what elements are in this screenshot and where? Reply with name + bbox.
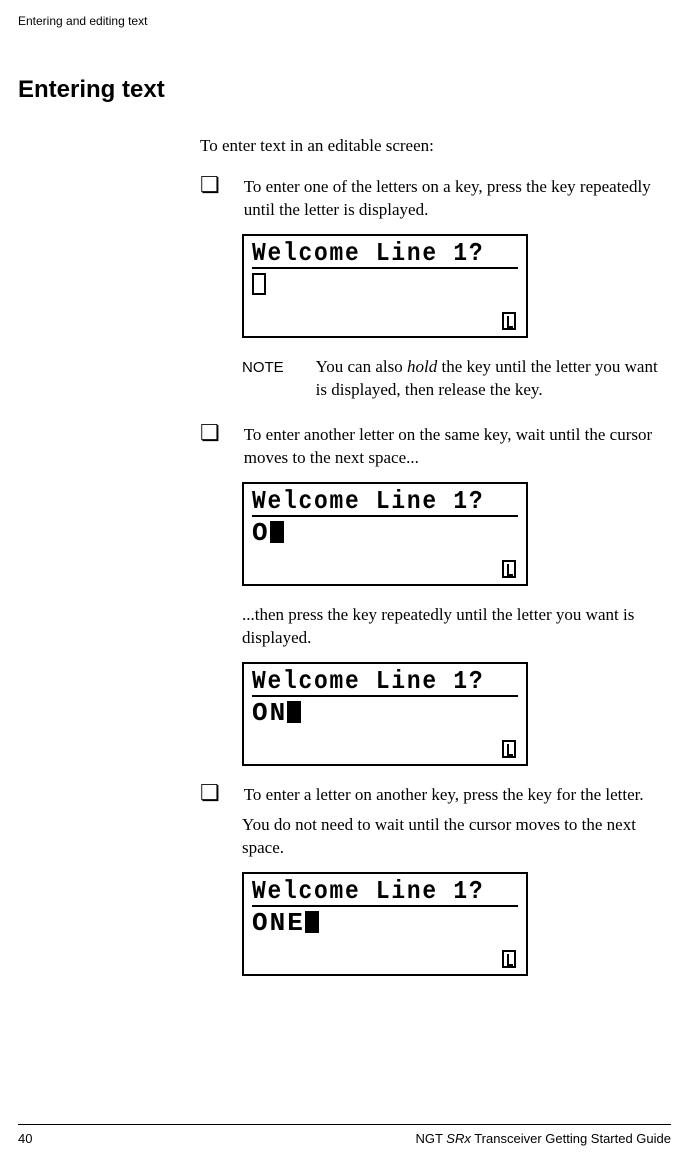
content-area: To enter text in an editable screen: ❏ T… <box>200 136 671 976</box>
cursor-filled-icon <box>305 911 319 933</box>
intro-text: To enter text in an editable screen: <box>200 136 671 156</box>
step-2-text: To enter another letter on the same key,… <box>244 424 671 470</box>
lcd-corner-icon <box>502 560 516 578</box>
step-2: ❏ To enter another letter on the same ke… <box>200 424 671 470</box>
note-label: NOTE <box>242 359 284 376</box>
checkbox-icon: ❏ <box>200 782 220 804</box>
lcd-title: Welcome Line 1? <box>252 878 486 904</box>
page-header: Entering and editing text <box>18 14 671 28</box>
note-block: NOTE You can also hold the key until the… <box>242 356 671 402</box>
note-text: You can also hold the key until the lett… <box>316 356 671 402</box>
page-footer: 40 NGT SRx Transceiver Getting Started G… <box>18 1124 671 1146</box>
lcd-title: Welcome Line 1? <box>252 668 486 694</box>
step-3: ❏ To enter a letter on another key, pres… <box>200 784 671 807</box>
lcd-screen-3: Welcome Line 1? ON <box>242 662 528 766</box>
section-title: Entering text <box>18 76 671 104</box>
lcd-title: Welcome Line 1? <box>252 240 486 266</box>
lcd-corner-icon <box>502 950 516 968</box>
cursor-filled-icon <box>270 521 284 543</box>
step-1: ❏ To enter one of the letters on a key, … <box>200 176 671 222</box>
step-2-continuation: ...then press the key repeatedly until t… <box>242 604 671 650</box>
note-text-italic: hold <box>407 357 437 376</box>
footer-model: SRx <box>446 1131 471 1146</box>
lcd-screen-1: Welcome Line 1? <box>242 234 528 338</box>
cursor-filled-icon <box>287 701 301 723</box>
lcd-title: Welcome Line 1? <box>252 488 486 514</box>
lcd-input-row: ONE <box>252 910 518 936</box>
footer-suffix: Transceiver Getting Started Guide <box>471 1131 671 1146</box>
checkbox-icon: ❏ <box>200 174 220 196</box>
page-number: 40 <box>18 1131 32 1146</box>
step-1-text: To enter one of the letters on a key, pr… <box>244 176 671 222</box>
lcd-input-text: ONE <box>252 910 305 936</box>
checkbox-icon: ❏ <box>200 422 220 444</box>
cursor-outline-icon <box>252 273 266 295</box>
lcd-input-row <box>252 272 518 295</box>
lcd-corner-icon <box>502 740 516 758</box>
lcd-input-row: ON <box>252 700 518 726</box>
step-3-text: To enter a letter on another key, press … <box>244 784 671 807</box>
lcd-screen-4: Welcome Line 1? ONE <box>242 872 528 976</box>
note-text-before: You can also <box>316 357 407 376</box>
lcd-corner-icon <box>502 312 516 330</box>
lcd-input-text: ON <box>252 700 287 726</box>
lcd-input-row: O <box>252 520 518 546</box>
footer-prefix: NGT <box>415 1131 446 1146</box>
lcd-input-text: O <box>252 520 270 546</box>
footer-title: NGT SRx Transceiver Getting Started Guid… <box>415 1131 671 1146</box>
step-3-text2: You do not need to wait until the cursor… <box>242 814 671 860</box>
lcd-screen-2: Welcome Line 1? O <box>242 482 528 586</box>
